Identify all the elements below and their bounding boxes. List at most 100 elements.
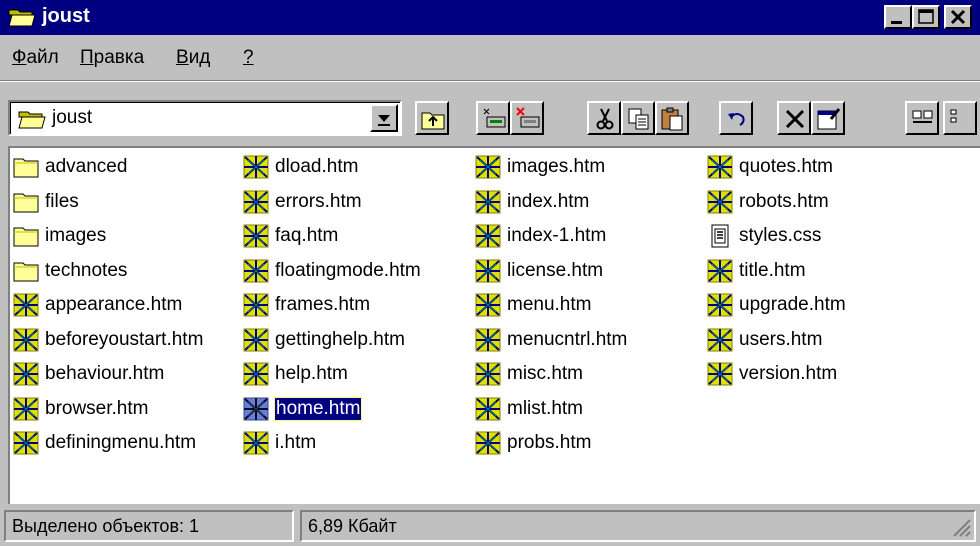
undo-icon <box>728 113 745 126</box>
html-file-icon <box>474 189 502 215</box>
up-folder-icon <box>421 112 445 130</box>
file-name: mlist.htm <box>507 398 583 419</box>
address-combobox[interactable]: joust <box>8 100 402 136</box>
copy-button[interactable] <box>621 101 655 135</box>
small-icons-view-icon <box>950 109 957 123</box>
file-name: title.htm <box>739 260 806 281</box>
delete-icon <box>785 109 805 129</box>
file-name: quotes.htm <box>739 156 833 177</box>
file-name: misc.htm <box>507 363 583 384</box>
html-file-icon <box>242 430 270 456</box>
file-name: beforeyoustart.htm <box>45 329 204 350</box>
file-name: menu.htm <box>507 294 592 315</box>
title-bar[interactable]: joust <box>0 0 980 35</box>
html-file-icon <box>12 430 40 456</box>
html-file-icon <box>12 361 40 387</box>
disconnect-drive-button[interactable] <box>510 101 544 135</box>
html-file-icon <box>242 258 270 284</box>
disconnect-drive-icon <box>516 107 540 128</box>
file-name: dload.htm <box>275 156 359 177</box>
html-file-icon <box>474 361 502 387</box>
file-name: gettinghelp.htm <box>275 329 405 350</box>
undo-button[interactable] <box>719 101 753 135</box>
html-file-icon <box>706 189 734 215</box>
file-name: home.htm <box>273 397 363 421</box>
html-file-icon <box>242 223 270 249</box>
html-file-icon <box>242 154 270 180</box>
resize-grip-icon[interactable] <box>948 514 972 538</box>
up-folder-button[interactable] <box>415 101 449 135</box>
map-network-drive-button[interactable] <box>476 101 510 135</box>
file-name: license.htm <box>507 260 604 281</box>
large-icons-view-icon <box>912 110 933 123</box>
file-name: floatingmode.htm <box>275 260 421 281</box>
file-name: definingmenu.htm <box>45 432 197 453</box>
html-file-icon <box>706 258 734 284</box>
file-name: version.htm <box>739 363 838 384</box>
html-file-icon <box>242 396 270 422</box>
file-name: images <box>45 225 107 246</box>
minimize-icon <box>891 21 902 24</box>
address-dropdown-button[interactable] <box>370 104 398 132</box>
html-file-icon <box>474 292 502 318</box>
close-icon <box>950 9 966 25</box>
cut-icon <box>596 108 614 130</box>
file-name: images.htm <box>507 156 606 177</box>
paste-icon <box>661 107 683 131</box>
file-name: help.htm <box>275 363 348 384</box>
maximize-icon <box>918 9 934 24</box>
status-bar: Выделено объектов: 1 6,89 Кбайт <box>0 506 980 546</box>
file-name: browser.htm <box>45 398 149 419</box>
folder-open-icon <box>8 6 36 28</box>
small-icons-view-button[interactable] <box>943 101 977 135</box>
cut-button[interactable] <box>587 101 621 135</box>
status-selection-count: Выделено объектов: 1 <box>12 516 200 536</box>
maximize-button[interactable] <box>912 5 940 29</box>
status-size-pane: 6,89 Кбайт <box>300 510 976 542</box>
folder-icon <box>12 258 40 284</box>
html-file-icon <box>706 361 734 387</box>
html-file-icon <box>242 327 270 353</box>
file-name: upgrade.htm <box>739 294 846 315</box>
html-file-icon <box>474 154 502 180</box>
address-value: joust <box>52 107 93 128</box>
menu-bar: Файл Правка Вид ? <box>0 36 980 78</box>
minimize-button[interactable] <box>884 5 912 29</box>
file-list[interactable]: advanced files images technotes appearance.h… <box>8 146 980 504</box>
chevron-down-icon <box>378 115 390 126</box>
html-file-icon <box>706 154 734 180</box>
html-file-icon <box>242 361 270 387</box>
file-name: index-1.htm <box>507 225 607 246</box>
html-file-icon <box>474 258 502 284</box>
file-name: i.htm <box>275 432 317 453</box>
properties-icon <box>817 108 841 130</box>
menu-edit[interactable]: Правка <box>80 47 144 69</box>
menu-help[interactable]: ? <box>243 47 254 69</box>
folder-open-icon <box>18 108 46 130</box>
folder-icon <box>12 154 40 180</box>
large-icons-view-button[interactable] <box>905 101 939 135</box>
file-name: behaviour.htm <box>45 363 165 384</box>
status-selection-pane: Выделено объектов: 1 <box>4 510 294 542</box>
toolbar: joust <box>0 84 980 144</box>
delete-button[interactable] <box>777 101 811 135</box>
html-file-icon <box>474 396 502 422</box>
html-file-icon <box>12 327 40 353</box>
folder-icon <box>12 189 40 215</box>
menu-view[interactable]: Вид <box>176 47 210 69</box>
paste-button[interactable] <box>655 101 689 135</box>
file-name: errors.htm <box>275 191 362 212</box>
css-file-icon <box>706 223 734 249</box>
status-size: 6,89 Кбайт <box>308 516 397 536</box>
html-file-icon <box>474 223 502 249</box>
file-name: appearance.htm <box>45 294 183 315</box>
close-button[interactable] <box>944 5 972 29</box>
folder-icon <box>12 223 40 249</box>
file-name: index.htm <box>507 191 590 212</box>
file-name: frames.htm <box>275 294 371 315</box>
file-name: robots.htm <box>739 191 829 212</box>
menu-file[interactable]: Файл <box>12 47 59 69</box>
properties-button[interactable] <box>811 101 845 135</box>
file-name: advanced <box>45 156 128 177</box>
copy-icon <box>628 108 649 130</box>
